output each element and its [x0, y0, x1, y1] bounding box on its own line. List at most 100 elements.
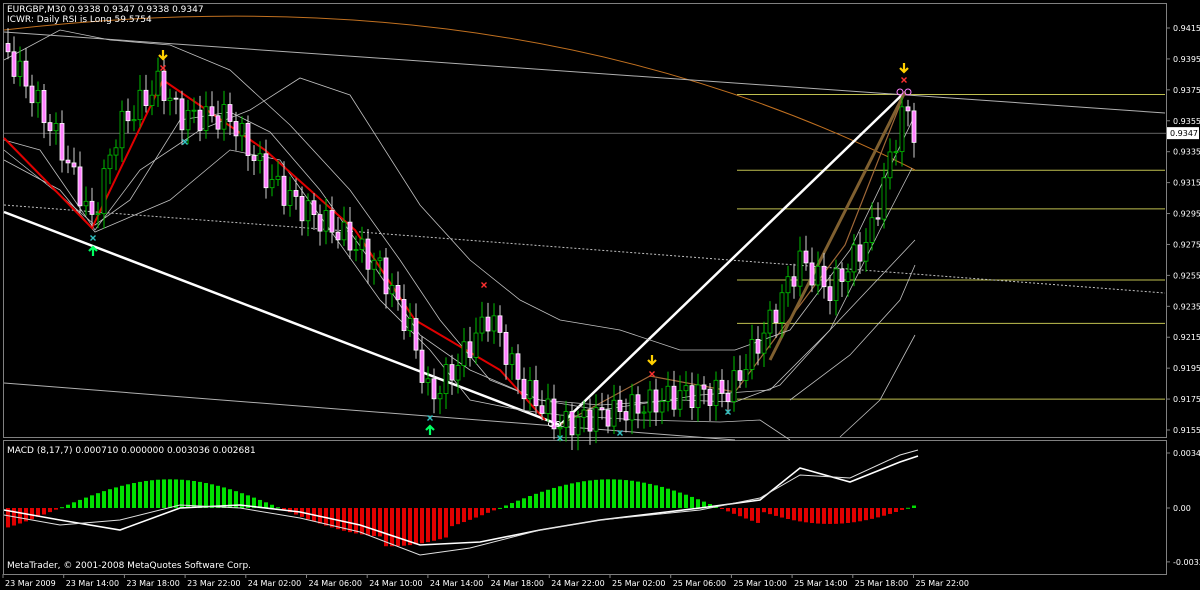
bull-candle[interactable] — [323, 210, 329, 232]
bear-candle[interactable] — [617, 399, 623, 412]
bull-candle[interactable] — [131, 119, 137, 122]
bull-candle[interactable] — [275, 175, 281, 180]
bear-candle[interactable] — [281, 175, 287, 206]
bear-candle[interactable] — [515, 353, 521, 380]
bear-candle[interactable] — [533, 380, 539, 407]
bear-candle[interactable] — [29, 85, 35, 104]
bear-candle[interactable] — [365, 238, 371, 270]
bull-candle[interactable] — [461, 341, 467, 366]
bull-candle[interactable] — [899, 106, 905, 153]
bear-candle[interactable] — [161, 70, 167, 101]
bear-candle[interactable] — [5, 43, 11, 53]
bull-candle[interactable] — [107, 154, 113, 170]
bull-candle[interactable] — [203, 106, 209, 131]
bear-candle[interactable] — [605, 409, 611, 427]
bear-candle[interactable] — [725, 392, 731, 403]
bear-candle[interactable] — [503, 332, 509, 365]
bear-candle[interactable] — [11, 51, 17, 77]
bull-candle[interactable] — [593, 407, 599, 432]
bull-candle[interactable] — [713, 379, 719, 406]
bull-candle[interactable] — [869, 217, 875, 243]
bull-candle[interactable] — [83, 200, 89, 207]
bear-candle[interactable] — [623, 411, 629, 421]
bull-candle[interactable] — [239, 122, 245, 137]
bull-candle[interactable] — [881, 177, 887, 220]
bear-candle[interactable] — [23, 60, 29, 87]
bear-candle[interactable] — [821, 265, 827, 288]
bear-candle[interactable] — [47, 122, 53, 132]
bull-candle[interactable] — [287, 190, 293, 206]
bear-candle[interactable] — [497, 315, 503, 333]
bear-candle[interactable] — [89, 200, 95, 215]
bull-candle[interactable] — [221, 104, 227, 130]
bull-candle[interactable] — [611, 399, 617, 427]
bull-candle[interactable] — [647, 389, 653, 413]
bear-candle[interactable] — [197, 109, 203, 131]
bear-candle[interactable] — [179, 98, 185, 131]
bull-candle[interactable] — [479, 316, 485, 334]
bear-candle[interactable] — [671, 385, 677, 410]
bear-candle[interactable] — [227, 104, 233, 122]
bear-candle[interactable] — [809, 262, 815, 286]
bear-candle[interactable] — [737, 370, 743, 381]
bear-candle[interactable] — [635, 394, 641, 414]
bull-candle[interactable] — [887, 151, 893, 179]
bear-candle[interactable] — [317, 214, 323, 232]
bear-candle[interactable] — [383, 257, 389, 295]
bear-candle[interactable] — [77, 166, 83, 207]
bear-candle[interactable] — [467, 341, 473, 358]
bear-candle[interactable] — [347, 221, 353, 251]
bear-candle[interactable] — [875, 217, 881, 220]
bear-candle[interactable] — [857, 244, 863, 262]
bull-candle[interactable] — [305, 200, 311, 222]
bear-candle[interactable] — [587, 409, 593, 432]
bear-candle[interactable] — [143, 89, 149, 106]
bull-candle[interactable] — [833, 268, 839, 301]
bull-candle[interactable] — [659, 401, 665, 413]
bull-candle[interactable] — [473, 332, 479, 358]
bear-candle[interactable] — [791, 276, 797, 287]
bear-candle[interactable] — [755, 339, 761, 354]
bull-candle[interactable] — [731, 370, 737, 403]
bear-candle[interactable] — [215, 115, 221, 130]
bear-candle[interactable] — [65, 159, 71, 164]
bull-candle[interactable] — [53, 123, 59, 132]
bull-candle[interactable] — [743, 369, 749, 381]
bull-candle[interactable] — [581, 409, 587, 418]
bear-candle[interactable] — [905, 106, 911, 112]
bull-candle[interactable] — [119, 110, 125, 149]
bear-candle[interactable] — [233, 121, 239, 137]
bear-candle[interactable] — [839, 268, 845, 282]
bull-candle[interactable] — [749, 339, 755, 370]
bear-candle[interactable] — [413, 318, 419, 351]
bear-candle[interactable] — [251, 155, 257, 161]
bull-candle[interactable] — [629, 394, 635, 421]
bull-candle[interactable] — [575, 416, 581, 436]
bear-candle[interactable] — [521, 378, 527, 400]
bull-candle[interactable] — [95, 213, 101, 216]
bull-candle[interactable] — [779, 292, 785, 323]
bull-candle[interactable] — [683, 385, 689, 392]
bear-candle[interactable] — [485, 316, 491, 332]
bull-candle[interactable] — [761, 332, 767, 354]
bear-candle[interactable] — [431, 378, 437, 400]
bear-candle[interactable] — [395, 284, 401, 300]
bull-candle[interactable] — [257, 153, 263, 161]
bear-candle[interactable] — [707, 388, 713, 406]
bull-candle[interactable] — [815, 265, 821, 286]
bear-candle[interactable] — [401, 299, 407, 331]
bear-candle[interactable] — [689, 385, 695, 409]
bear-candle[interactable] — [599, 407, 605, 411]
bear-candle[interactable] — [71, 162, 77, 168]
bull-candle[interactable] — [863, 242, 869, 262]
bull-candle[interactable] — [845, 271, 851, 282]
bull-candle[interactable] — [371, 259, 377, 270]
bear-candle[interactable] — [299, 196, 305, 222]
bull-candle[interactable] — [665, 385, 671, 402]
bear-candle[interactable] — [173, 97, 179, 100]
bull-candle[interactable] — [137, 89, 143, 121]
bull-candle[interactable] — [545, 398, 551, 414]
bear-candle[interactable] — [209, 106, 215, 117]
bull-candle[interactable] — [695, 384, 701, 409]
bear-candle[interactable] — [803, 250, 809, 264]
